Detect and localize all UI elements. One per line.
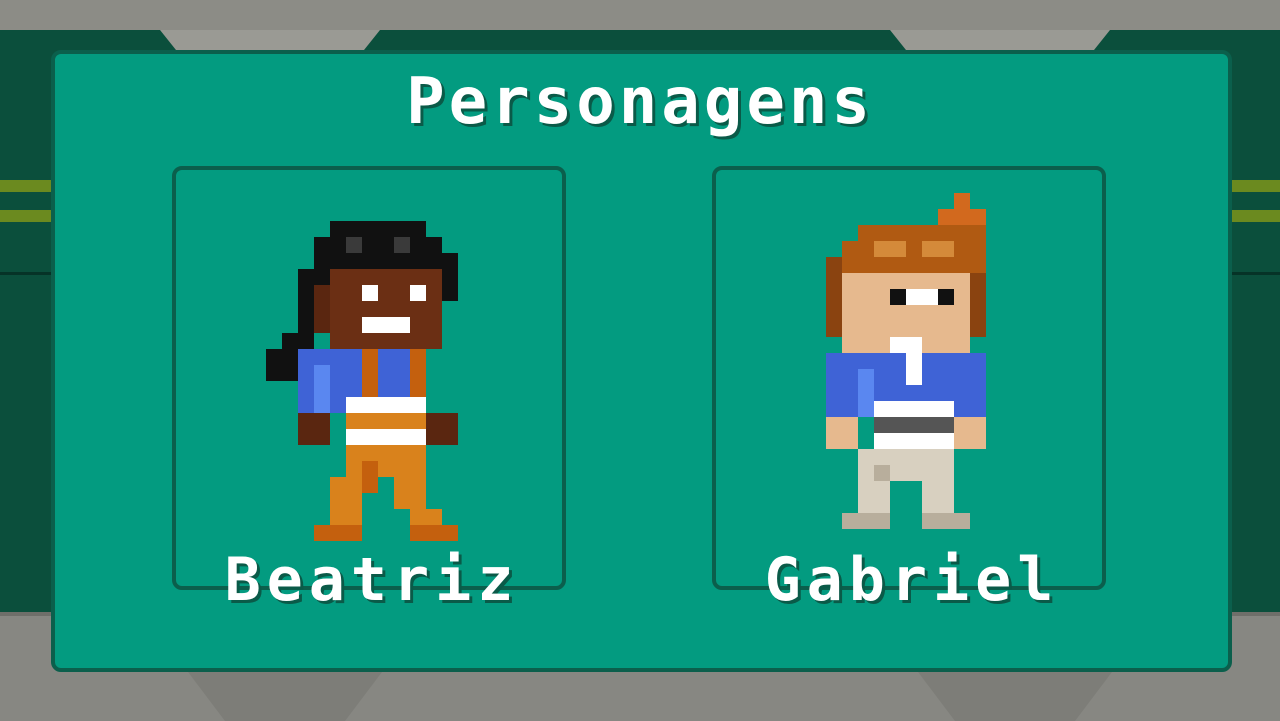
character-name-beatriz: Beatriz xyxy=(224,545,520,615)
ceiling xyxy=(0,0,1280,30)
gabriel-sprite xyxy=(826,193,986,529)
ceiling-bracket-left xyxy=(160,30,380,52)
screen-title: Personagens xyxy=(406,65,874,139)
wall-stripe-right-2 xyxy=(1228,210,1280,222)
wall-stripe-left-2 xyxy=(0,210,51,222)
wall-line-left xyxy=(0,272,51,275)
ceiling-bracket-right xyxy=(890,30,1110,52)
beatriz-sprite xyxy=(266,221,458,541)
wall-stripe-left xyxy=(0,180,51,192)
wall-stripe-right xyxy=(1228,180,1280,192)
wall-line-right xyxy=(1228,272,1280,275)
character-name-gabriel: Gabriel xyxy=(764,545,1060,615)
